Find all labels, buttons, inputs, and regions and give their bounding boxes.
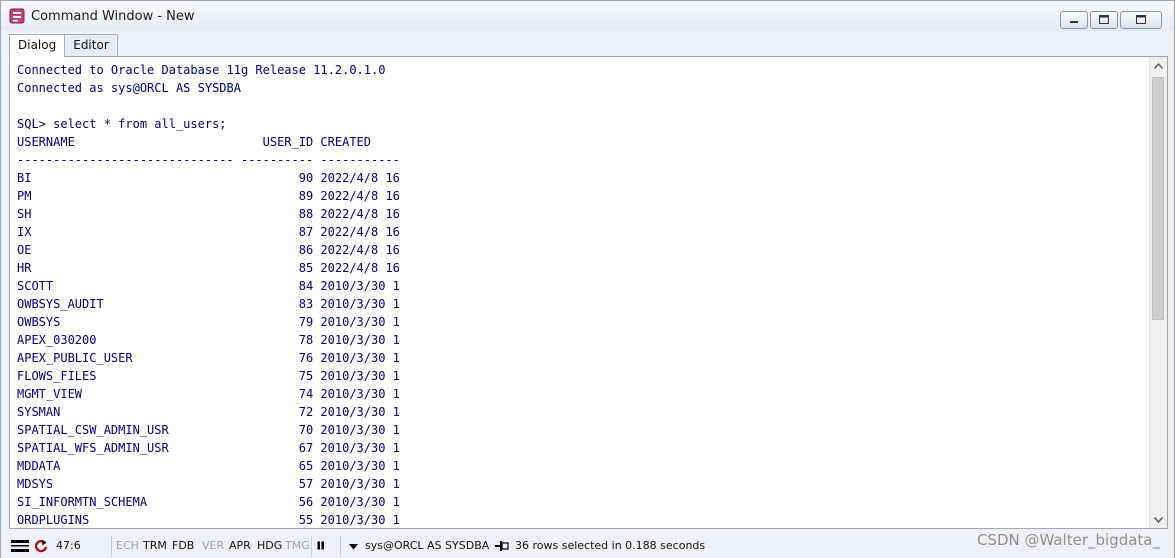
output-line: IX 87 2022/4/8 16 — [17, 225, 400, 239]
window-controls — [1060, 11, 1162, 29]
scroll-thumb[interactable] — [1152, 77, 1164, 320]
tab-editor[interactable]: Editor — [64, 34, 118, 56]
status-ech[interactable]: ECH — [116, 538, 139, 554]
status-message: 36 rows selected in 0.188 seconds — [515, 539, 706, 552]
status-divider — [111, 536, 112, 556]
dropdown-arrow-icon[interactable] — [349, 544, 358, 550]
command-window: Command Window - New Dialog Editor Conne… — [0, 0, 1175, 558]
output-line: APEX_PUBLIC_USER 76 2010/3/30 1 — [17, 351, 400, 365]
output-line: FLOWS_FILES 75 2010/3/30 1 — [17, 369, 400, 383]
output-line: OWBSYS 79 2010/3/30 1 — [17, 315, 400, 329]
close-icon — [1136, 15, 1146, 24]
chevron-down-icon — [1154, 516, 1163, 523]
status-tmg[interactable]: TMG — [285, 538, 310, 554]
output-line: SI_INFORMTN_SCHEMA 56 2010/3/30 1 — [17, 495, 400, 509]
output-line: USERNAME USER_ID CREATED — [17, 135, 372, 149]
status-divider — [340, 536, 341, 556]
output-line: SQL> select * from all_users; — [17, 117, 227, 131]
window-title: Command Window - New — [31, 9, 195, 24]
watermark: CSDN @Walter_bigdata_ — [976, 531, 1160, 549]
status-apr[interactable]: APR — [229, 538, 251, 554]
output-line: SPATIAL_WFS_ADMIN_USR 67 2010/3/30 1 — [17, 441, 400, 455]
output-line: SYSMAN 72 2010/3/30 1 — [17, 405, 400, 419]
status-hdg[interactable]: HDG — [257, 538, 282, 554]
lines-icon[interactable] — [11, 538, 29, 554]
output-line: MDSYS 57 2010/3/30 1 — [17, 477, 400, 491]
scroll-up-button[interactable] — [1150, 57, 1167, 74]
output-line: Connected as sys@ORCL AS SYSDBA — [17, 81, 241, 95]
output-text: Connected to Oracle Database 11g Release… — [17, 61, 1147, 528]
tab-dialog[interactable]: Dialog — [9, 34, 66, 57]
cursor-position: 47:6 — [56, 539, 81, 552]
output-panel[interactable]: Connected to Oracle Database 11g Release… — [9, 56, 1168, 529]
pin-icon — [495, 541, 509, 551]
maximize-icon — [1099, 15, 1109, 24]
pause-icon[interactable] — [317, 541, 325, 550]
minimize-icon — [1070, 21, 1078, 23]
output-line: OWBSYS_AUDIT 83 2010/3/30 1 — [17, 297, 400, 311]
output-line: SH 88 2022/4/8 16 — [17, 207, 400, 221]
tab-strip: Dialog Editor — [9, 34, 118, 57]
output-line: MDDATA 65 2010/3/30 1 — [17, 459, 400, 473]
output-line: Connected to Oracle Database 11g Release… — [17, 63, 386, 77]
output-line: HR 85 2022/4/8 16 — [17, 261, 400, 275]
title-bar[interactable]: Command Window - New — [1, 1, 1174, 31]
output-line: OE 86 2022/4/8 16 — [17, 243, 400, 257]
connection-label[interactable]: sys@ORCL AS SYSDBA — [365, 538, 489, 554]
output-line: SPATIAL_CSW_ADMIN_USR 70 2010/3/30 1 — [17, 423, 400, 437]
scroll-down-button[interactable] — [1150, 511, 1167, 528]
output-line: APEX_030200 78 2010/3/30 1 — [17, 333, 400, 347]
status-fdb[interactable]: FDB — [172, 538, 194, 554]
output-line: BI 90 2022/4/8 16 — [17, 171, 400, 185]
chevron-up-icon — [1154, 62, 1163, 69]
vertical-scrollbar[interactable] — [1149, 57, 1167, 528]
status-divider — [311, 536, 312, 556]
output-line: ------------------------------ ---------… — [17, 153, 400, 167]
minimize-button[interactable] — [1060, 11, 1088, 29]
output-line: ORDPLUGINS 55 2010/3/30 1 — [17, 513, 400, 527]
output-line: SCOTT 84 2010/3/30 1 — [17, 279, 400, 293]
status-ver[interactable]: VER — [202, 538, 224, 554]
refresh-icon[interactable] — [34, 538, 48, 554]
status-trm[interactable]: TRM — [143, 538, 167, 554]
close-button[interactable] — [1120, 11, 1162, 29]
output-line: MGMT_VIEW 74 2010/3/30 1 — [17, 387, 400, 401]
output-line: PM 89 2022/4/8 16 — [17, 189, 400, 203]
maximize-button[interactable] — [1090, 11, 1118, 29]
app-icon — [9, 8, 25, 24]
